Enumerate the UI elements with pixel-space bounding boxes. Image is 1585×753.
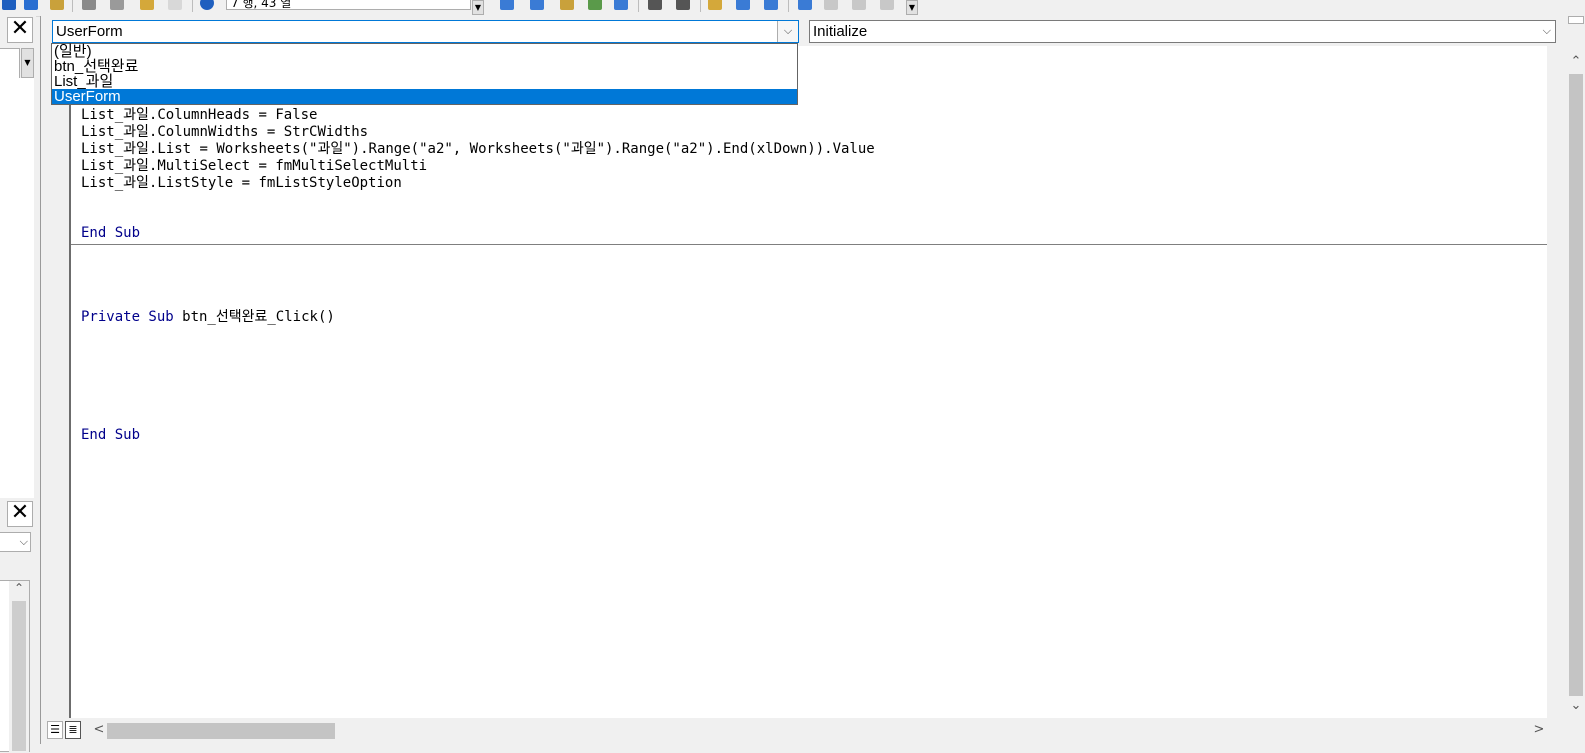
code-line[interactable]: List_과일.List = Worksheets("과일").Range("a… — [81, 141, 875, 158]
scroll-left-icon[interactable]: < — [89, 722, 109, 737]
code-line[interactable]: Private Sub btn_선택완료_Click() — [81, 309, 335, 326]
code-hscroll[interactable]: < > — [89, 718, 1549, 744]
properties-object-combo[interactable]: ⌵ — [0, 532, 31, 552]
chevron-down-icon[interactable]: ▼ — [21, 48, 34, 78]
code-line[interactable]: List_과일.MultiSelect = fmMultiSelectMulti — [81, 158, 427, 175]
code-line[interactable]: List_과일.ColumnHeads = False — [81, 107, 317, 124]
insert-userform-icon[interactable] — [24, 0, 38, 10]
code-window: UserForm ⌵ Initialize ⌵ List_과일.ColumnHe… — [40, 16, 1585, 744]
toolbar-options-dropdown-2[interactable]: ▼ — [906, 0, 918, 15]
copy-icon[interactable] — [110, 0, 124, 10]
dropdown-option[interactable]: List_과일 — [52, 74, 797, 89]
object-combo-dropdown[interactable]: (일반) btn_선택완료 List_과일 UserForm — [51, 43, 798, 105]
delete-icon[interactable] — [168, 0, 182, 10]
properties-vscroll[interactable]: ⌃ — [9, 581, 29, 753]
split-bar-handle[interactable] — [1568, 16, 1584, 24]
code-text: List_과일.ListStyle = fmListStyleOption — [81, 175, 402, 191]
comment-block-icon[interactable] — [736, 0, 750, 10]
clear-bookmarks-icon[interactable] — [880, 0, 894, 10]
code-text: List_과일.ColumnWidths = StrCWidths — [81, 124, 369, 140]
code-text: List_과일.List = Worksheets("과일").Range("a… — [81, 141, 875, 157]
hscroll-thumb[interactable] — [107, 723, 335, 739]
help-icon[interactable] — [200, 0, 214, 10]
code-line[interactable]: End Sub — [81, 427, 140, 444]
code-line[interactable]: List_과일.ListStyle = fmListStyleOption — [81, 175, 402, 192]
uncomment-block-icon[interactable] — [764, 0, 778, 10]
dropdown-option[interactable]: btn_선택완료 — [52, 59, 797, 74]
procedure-combo[interactable]: Initialize ⌵ — [809, 20, 1556, 43]
standard-toolbar: 7 행, 43 열 ▼ ▼ — [0, 0, 1585, 17]
scroll-right-icon[interactable]: > — [1529, 722, 1549, 737]
quick-info-icon[interactable] — [560, 0, 574, 10]
procedure-view-icon[interactable]: ☰ — [47, 721, 63, 739]
scroll-up-icon[interactable]: ⌃ — [1566, 54, 1585, 69]
object-combo-value: UserForm — [56, 23, 123, 40]
chevron-down-icon: ⌵ — [19, 535, 28, 548]
project-explorer-close-icon[interactable]: ✕ — [7, 17, 33, 43]
procedure-separator — [71, 244, 1547, 245]
cursor-position-display: 7 행, 43 열 — [226, 0, 471, 10]
view-excel-icon[interactable] — [2, 0, 16, 10]
keyword-text: Private Sub — [81, 309, 174, 325]
dropdown-option-selected[interactable]: UserForm — [52, 89, 797, 104]
list-members-icon[interactable] — [500, 0, 514, 10]
breakpoint-icon[interactable] — [708, 0, 722, 10]
code-text: btn_선택완료_Click() — [173, 309, 335, 325]
scroll-down-icon[interactable]: ⌄ — [1566, 698, 1585, 713]
list-constants-icon[interactable] — [530, 0, 544, 10]
paste-icon[interactable] — [140, 0, 154, 10]
code-line[interactable]: End Sub — [81, 225, 140, 242]
complete-word-icon[interactable] — [614, 0, 628, 10]
object-combo[interactable]: UserForm ⌵ — [52, 20, 799, 43]
cut-icon[interactable] — [82, 0, 96, 10]
project-tree[interactable] — [0, 78, 34, 498]
keyword-text: End Sub — [81, 427, 141, 443]
bookmark-icon[interactable] — [798, 0, 812, 10]
code-text: List_과일.MultiSelect = fmMultiSelectMulti — [81, 158, 428, 174]
code-vscroll[interactable]: ⌃ ⌄ — [1566, 46, 1585, 718]
scroll-thumb[interactable] — [12, 601, 26, 751]
chevron-down-icon[interactable]: ⌵ — [777, 21, 798, 42]
margin-indicator-bar[interactable] — [41, 46, 67, 718]
next-bookmark-icon[interactable] — [824, 0, 838, 10]
properties-close-icon[interactable]: ✕ — [7, 501, 33, 527]
keyword-text: End Sub — [81, 225, 141, 241]
vscroll-thumb[interactable] — [1569, 74, 1583, 696]
properties-grid[interactable]: ⌃ — [0, 580, 30, 753]
code-editor[interactable]: List_과일.ColumnHeads = False List_과일.Colu… — [69, 46, 1547, 718]
code-line[interactable]: List_과일.ColumnWidths = StrCWidths — [81, 124, 368, 141]
outdent-icon[interactable] — [676, 0, 690, 10]
procedure-combo-value: Initialize — [813, 23, 868, 40]
code-text: List_과일.ColumnHeads = False — [81, 107, 318, 123]
dropdown-option[interactable]: (일반) — [52, 44, 797, 59]
parameter-info-icon[interactable] — [588, 0, 602, 10]
chevron-down-icon[interactable]: ⌵ — [1543, 21, 1551, 42]
left-dock: ✕ ▼ ✕ ⌵ ⌃ — [0, 16, 36, 753]
save-icon[interactable] — [50, 0, 64, 10]
prev-bookmark-icon[interactable] — [852, 0, 866, 10]
code-bottom-bar: ☰ ≣ < > — [41, 718, 1585, 744]
scroll-up-icon[interactable]: ⌃ — [9, 581, 29, 595]
indent-icon[interactable] — [648, 0, 662, 10]
full-module-view-icon[interactable]: ≣ — [65, 721, 81, 739]
toolbar-options-dropdown[interactable]: ▼ — [472, 0, 484, 15]
